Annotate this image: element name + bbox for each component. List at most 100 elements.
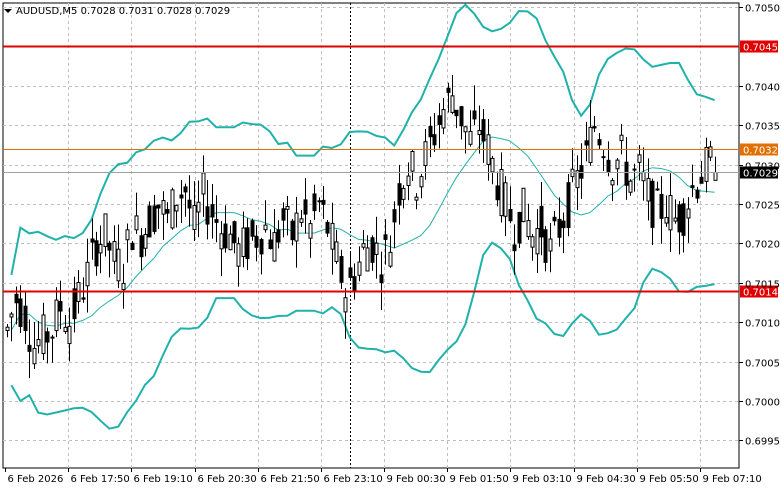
candle-body <box>401 187 406 200</box>
price-tick-label: 0.7000 <box>745 398 780 409</box>
candle-body <box>14 293 19 304</box>
candle-body <box>63 326 68 333</box>
chart-window[interactable]: 0.7045 0.7014 0.7032 0.7029 0.7050 0.7040 0.7… <box>0 0 781 489</box>
candle-body <box>143 233 148 249</box>
candle-body <box>646 177 651 202</box>
candle-body <box>432 134 437 146</box>
candle-body <box>397 183 402 206</box>
candle-body <box>361 243 366 248</box>
candle-body <box>134 215 139 231</box>
candle-body <box>641 171 646 182</box>
price-tick-label: 0.7010 <box>745 319 780 330</box>
candle-body <box>548 238 553 252</box>
candle-body <box>588 126 593 164</box>
candle-body <box>210 204 215 218</box>
candle-body <box>668 195 673 231</box>
candle-body <box>512 244 517 252</box>
candle-body <box>147 205 152 238</box>
candle <box>521 187 526 223</box>
price-tick-label: 0.7050 <box>745 4 780 15</box>
candle-body <box>695 189 700 199</box>
candle-body <box>36 339 41 347</box>
time-tick-label: 6 Feb 20:30 <box>198 474 257 485</box>
candle-body <box>637 154 642 163</box>
candle-body <box>254 235 259 248</box>
price-chart[interactable]: 0.70450.70140.70320.7029 0.70500.70400.7… <box>0 0 781 489</box>
candle-body <box>410 150 415 172</box>
candle-body <box>690 185 695 188</box>
candle-body <box>205 206 210 225</box>
candle-body <box>67 325 72 345</box>
candle-body <box>276 229 281 243</box>
time-tick-label: 9 Feb 00:30 <box>387 474 446 485</box>
candle-body <box>299 218 304 223</box>
candle-body <box>566 182 571 229</box>
candle-body <box>18 298 23 327</box>
candle-body <box>365 247 370 272</box>
candle-body <box>179 194 184 199</box>
candle-body <box>250 220 255 237</box>
candle-body <box>348 267 353 278</box>
candle-body <box>454 109 459 117</box>
candle-body <box>290 220 295 241</box>
candle-body <box>539 205 544 238</box>
candle-body <box>72 288 77 320</box>
candle-body <box>121 282 126 291</box>
candle-body <box>192 205 197 231</box>
candle-body <box>552 216 557 222</box>
candle-body <box>423 141 428 167</box>
candle-body <box>281 208 286 221</box>
candle-body <box>183 186 188 193</box>
candle <box>517 211 522 249</box>
chart-header: AUDUSD,M5 0.7028 0.7031 0.7028 0.7029 <box>4 6 230 17</box>
price-tick-label: 0.7025 <box>745 201 780 212</box>
candle-body <box>312 193 317 212</box>
candle-body <box>659 193 664 219</box>
candle-body <box>610 180 615 186</box>
candle-body <box>414 196 419 201</box>
candle-body <box>50 336 55 339</box>
time-tick-label: 9 Feb 03:10 <box>513 474 572 485</box>
candle-body <box>686 208 691 219</box>
symbol-info: AUDUSD,M5 0.7028 0.7031 0.7028 0.7029 <box>16 6 230 17</box>
candle-body <box>125 229 130 241</box>
candle-body <box>130 242 135 250</box>
candle-body <box>201 172 206 195</box>
candle-body <box>699 176 704 184</box>
candle-body <box>628 180 633 193</box>
candle-body <box>27 344 32 352</box>
candle <box>147 201 152 238</box>
candle-body <box>9 313 14 318</box>
candle-body <box>152 205 157 232</box>
candle-body <box>228 233 233 251</box>
candle-body <box>472 110 477 120</box>
candle-body <box>490 157 495 173</box>
candle-body <box>463 126 468 133</box>
candle-body <box>526 220 531 238</box>
candle-body <box>632 168 637 171</box>
candle-body <box>107 242 112 251</box>
candle-body <box>561 220 566 229</box>
candle-body <box>601 156 606 159</box>
candle-body <box>374 242 379 255</box>
candle-body <box>41 314 46 355</box>
candle-body <box>495 185 500 201</box>
candle-body <box>103 213 108 248</box>
level-price-label: 0.7045 <box>743 43 778 54</box>
candle-body <box>112 241 117 262</box>
candle-body <box>441 109 446 129</box>
candle-body <box>58 301 63 312</box>
candle-body <box>406 175 411 187</box>
candle-body <box>517 211 522 244</box>
candle-body <box>428 125 433 138</box>
candle-body <box>196 201 201 213</box>
candle-body <box>450 95 455 113</box>
candle-body <box>437 115 442 125</box>
candle-body <box>535 228 540 255</box>
candle-body <box>170 189 175 229</box>
candle-body <box>317 200 322 203</box>
candle-body <box>481 119 486 142</box>
candle-body <box>379 274 384 284</box>
candle-body <box>165 208 170 214</box>
price-tick-label: 0.7035 <box>745 122 780 133</box>
